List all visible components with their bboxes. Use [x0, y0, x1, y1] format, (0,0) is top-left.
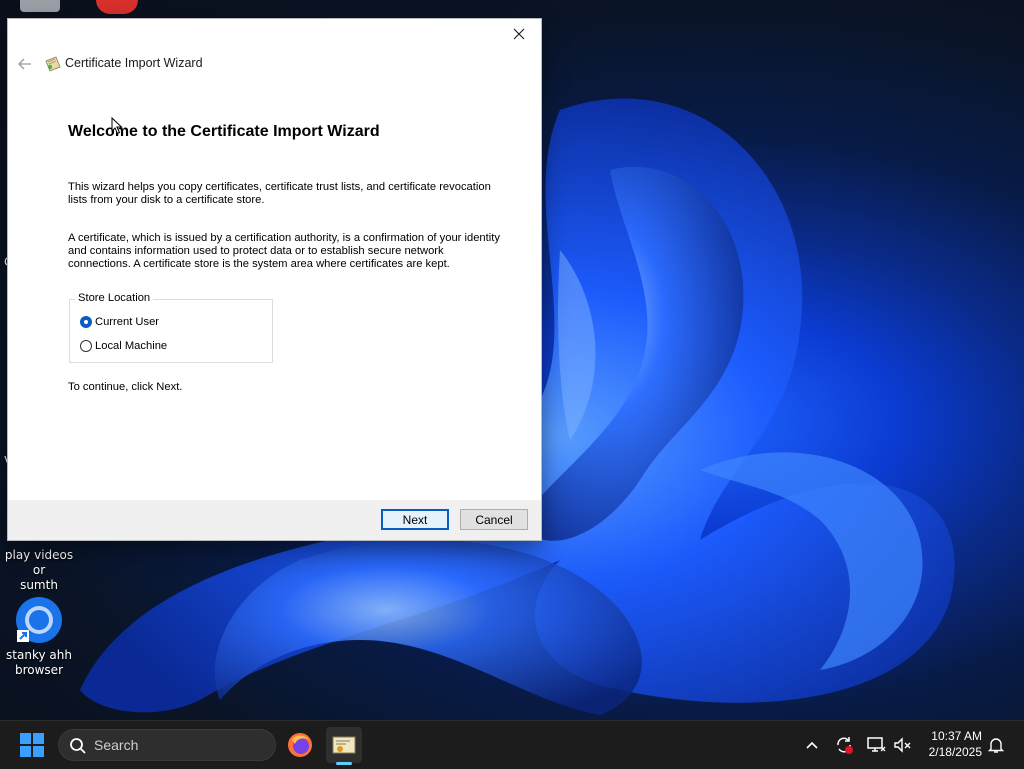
clock-time: 10:37 AM: [931, 729, 982, 743]
radio-label: Current User: [95, 316, 160, 328]
volume-muted-icon: [894, 737, 911, 753]
continue-text: To continue, click Next.: [68, 381, 183, 393]
paragraph-line: This wizard helps you copy certificates,…: [68, 181, 491, 193]
intro-paragraph: This wizard helps you copy certificates,…: [68, 181, 508, 207]
close-icon: [513, 28, 525, 40]
partial-desktop-icon[interactable]: [20, 0, 60, 12]
close-button[interactable]: [497, 19, 541, 49]
search-placeholder: Search: [94, 737, 139, 753]
paragraph-line: A certificate, which is issued by a cert…: [68, 232, 500, 244]
radio-label: Local Machine: [95, 340, 168, 352]
taskbar: Search 10:37 AM 2/18/2025: [0, 720, 1024, 769]
search-icon: [70, 738, 86, 754]
certificate-icon: [45, 56, 61, 72]
store-location-label: Store Location: [75, 292, 154, 304]
chrome-icon: [15, 596, 63, 644]
tray-sync-icon-button[interactable]: [834, 735, 854, 755]
tray-network-button[interactable]: [866, 735, 886, 755]
chevron-up-icon: [806, 741, 818, 749]
tray-volume-button[interactable]: [892, 735, 912, 755]
next-button[interactable]: Next: [381, 509, 449, 530]
active-app-indicator: [336, 762, 352, 765]
desktop-icon-label: sumth: [20, 578, 58, 592]
title-bar[interactable]: [8, 19, 541, 49]
taskbar-search[interactable]: Search: [58, 729, 276, 761]
notifications-button[interactable]: [986, 735, 1006, 755]
certificate-import-wizard-window: Certificate Import Wizard Welcome to the…: [8, 19, 541, 540]
radio-button[interactable]: [80, 340, 92, 352]
desktop-icon-label: browser: [14, 663, 63, 677]
radio-button-selected[interactable]: [80, 316, 92, 328]
desktop-icon-label: stanky ahh: [6, 648, 72, 662]
store-location-group: Store Location Current User Local Machin…: [69, 292, 273, 363]
clock-date: 2/18/2025: [928, 745, 982, 759]
firefox-icon: [288, 733, 312, 757]
certificate-icon: [332, 736, 356, 754]
wizard-footer: Next Cancel: [8, 500, 541, 540]
desktop-icon-stanky-browser[interactable]: stanky ahh browser: [0, 596, 79, 678]
windows-logo-icon: [20, 733, 44, 757]
network-icon: [867, 737, 886, 752]
certificate-description-paragraph: A certificate, which is issued by a cert…: [68, 232, 508, 271]
wizard-title: Certificate Import Wizard: [65, 56, 203, 70]
paragraph-line: and contains information used to protect…: [68, 245, 444, 257]
radio-current-user[interactable]: Current User: [80, 314, 159, 330]
paragraph-line: connections. A certificate store is the …: [68, 258, 450, 270]
mouse-cursor-icon: [111, 117, 123, 135]
cancel-button[interactable]: Cancel: [460, 509, 528, 530]
sync-alert-icon: [837, 737, 853, 754]
back-arrow-icon: [18, 58, 31, 70]
bell-icon: [987, 738, 1005, 753]
wizard-nav-row: Certificate Import Wizard: [8, 53, 541, 75]
taskbar-clock[interactable]: 10:37 AM 2/18/2025: [929, 728, 982, 760]
radio-local-machine[interactable]: Local Machine: [80, 338, 167, 354]
start-button[interactable]: [20, 733, 44, 757]
desktop-icon-label: play videos or: [4, 548, 74, 577]
show-hidden-icons-button[interactable]: [802, 735, 822, 755]
taskbar-certificate-wizard[interactable]: [326, 727, 362, 765]
taskbar-firefox[interactable]: [282, 727, 318, 763]
paragraph-line: lists from your disk to a certificate st…: [68, 194, 265, 206]
back-button[interactable]: [14, 53, 36, 75]
